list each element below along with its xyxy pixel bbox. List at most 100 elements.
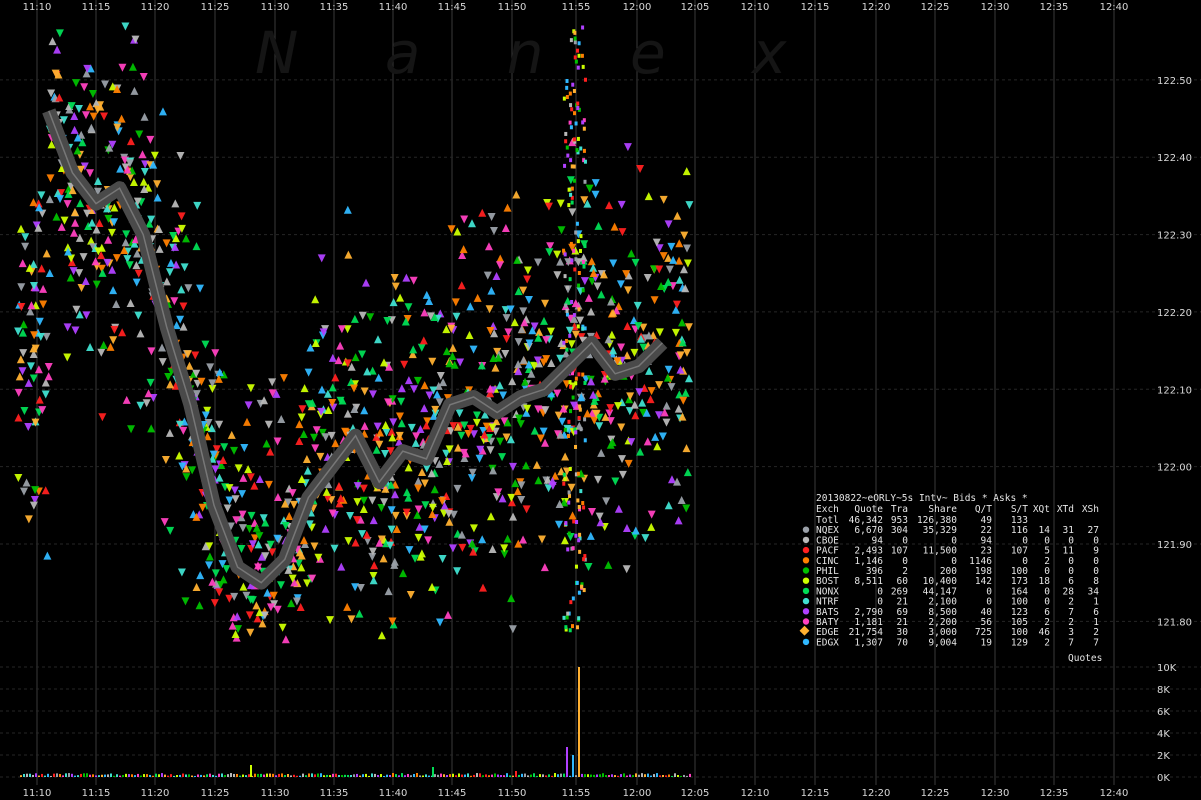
quote-marker <box>643 437 652 446</box>
quote-marker <box>631 258 640 267</box>
quote-marker <box>46 174 55 183</box>
x-tick-label: 12:05 <box>681 788 710 799</box>
quote-marker <box>48 37 57 46</box>
volume-bar <box>611 774 613 777</box>
volume-bar <box>116 774 118 777</box>
quote-band-marker <box>573 267 577 272</box>
quote-band-marker <box>581 64 585 69</box>
volume-bar <box>188 774 190 777</box>
x-tick-label: 11:15 <box>82 788 111 799</box>
quote-marker <box>126 137 135 146</box>
quote-band-marker <box>567 187 571 192</box>
quote-marker <box>557 226 566 235</box>
quote-marker <box>631 526 640 535</box>
quote-marker <box>317 254 326 263</box>
quote-marker <box>404 463 413 472</box>
volume-bar <box>305 775 307 777</box>
volume-bar <box>554 773 556 777</box>
volume-bar-spike <box>250 765 252 777</box>
volume-bar <box>401 773 403 777</box>
volume-bar <box>317 773 319 777</box>
quote-marker <box>593 282 602 291</box>
legend-title: 20130822~eORLY~5s Intv~ Bids * Asks * <box>816 493 1028 504</box>
quote-marker <box>508 625 517 634</box>
quote-marker <box>597 290 606 299</box>
volume-tick-label: 4K <box>1157 729 1170 740</box>
quote-marker <box>343 409 352 418</box>
quote-band-marker <box>574 381 578 386</box>
legend-cell: 9,004 <box>928 637 957 648</box>
volume-bar <box>464 774 466 777</box>
quote-marker <box>147 424 156 433</box>
quote-marker <box>507 594 516 603</box>
volume-bar <box>83 773 85 777</box>
quote-marker <box>142 399 151 408</box>
quote-marker <box>379 554 388 563</box>
legend-header-cell: Q/T <box>975 504 992 515</box>
y-tick-label: 122.10 <box>1157 385 1192 396</box>
volume-bar <box>146 774 148 777</box>
quote-marker <box>369 576 378 585</box>
quote-marker <box>358 311 367 320</box>
volume-bar <box>344 774 346 777</box>
volume-bar <box>293 774 295 777</box>
volume-bar <box>677 775 679 777</box>
quote-band-marker <box>570 186 574 191</box>
volume-bar <box>686 775 688 777</box>
volume-bar <box>524 773 526 777</box>
volume-bar <box>626 775 628 777</box>
quote-band-marker <box>562 615 566 620</box>
quote-marker <box>215 473 224 482</box>
volume-bar <box>377 774 379 777</box>
quote-marker <box>644 192 653 201</box>
quote-marker <box>182 234 191 243</box>
volume-bar <box>617 775 619 777</box>
quote-marker <box>360 387 369 396</box>
quote-marker <box>370 561 379 570</box>
quote-marker <box>34 365 43 374</box>
quote-marker <box>337 562 346 571</box>
quote-marker <box>567 340 576 349</box>
quote-marker <box>488 544 497 553</box>
legend-header-cell: Tra <box>891 504 908 515</box>
volume-bar <box>368 775 370 777</box>
quote-marker <box>568 511 577 520</box>
quote-marker <box>299 429 308 438</box>
volume-bar <box>506 773 508 777</box>
quote-band-marker <box>574 121 578 126</box>
quote-marker <box>671 328 680 337</box>
quote-marker <box>295 420 304 429</box>
x-tick-label: 12:30 <box>981 788 1010 799</box>
quote-marker <box>326 616 335 625</box>
quote-marker <box>77 283 86 292</box>
quote-band-marker <box>571 596 575 601</box>
quote-marker <box>674 516 683 525</box>
quote-band-marker <box>576 106 580 111</box>
quote-marker <box>296 603 305 612</box>
quote-marker <box>14 388 23 397</box>
volume-tick-label: 2K <box>1157 751 1170 762</box>
quote-marker <box>89 112 98 121</box>
volume-bar <box>383 775 385 777</box>
quote-band-marker <box>569 192 573 197</box>
volume-bar <box>647 773 649 777</box>
quote-band-marker <box>569 409 573 414</box>
quote-marker <box>399 569 408 578</box>
quote-band-marker <box>567 490 571 495</box>
quote-marker <box>556 199 565 208</box>
x-tick-label: 11:45 <box>438 2 467 13</box>
quote-band-marker <box>577 270 581 275</box>
quote-marker <box>144 389 153 398</box>
quote-marker <box>79 253 88 262</box>
quote-marker <box>650 296 659 305</box>
quote-marker <box>514 338 523 347</box>
volume-bar <box>443 774 445 777</box>
quote-marker <box>246 473 255 482</box>
quote-marker <box>673 211 682 220</box>
quote-marker <box>411 438 420 447</box>
quote-marker <box>486 512 495 521</box>
volume-bar <box>311 773 313 777</box>
legend-swatch <box>802 597 810 605</box>
quote-marker <box>110 203 119 212</box>
quote-marker <box>671 305 680 314</box>
